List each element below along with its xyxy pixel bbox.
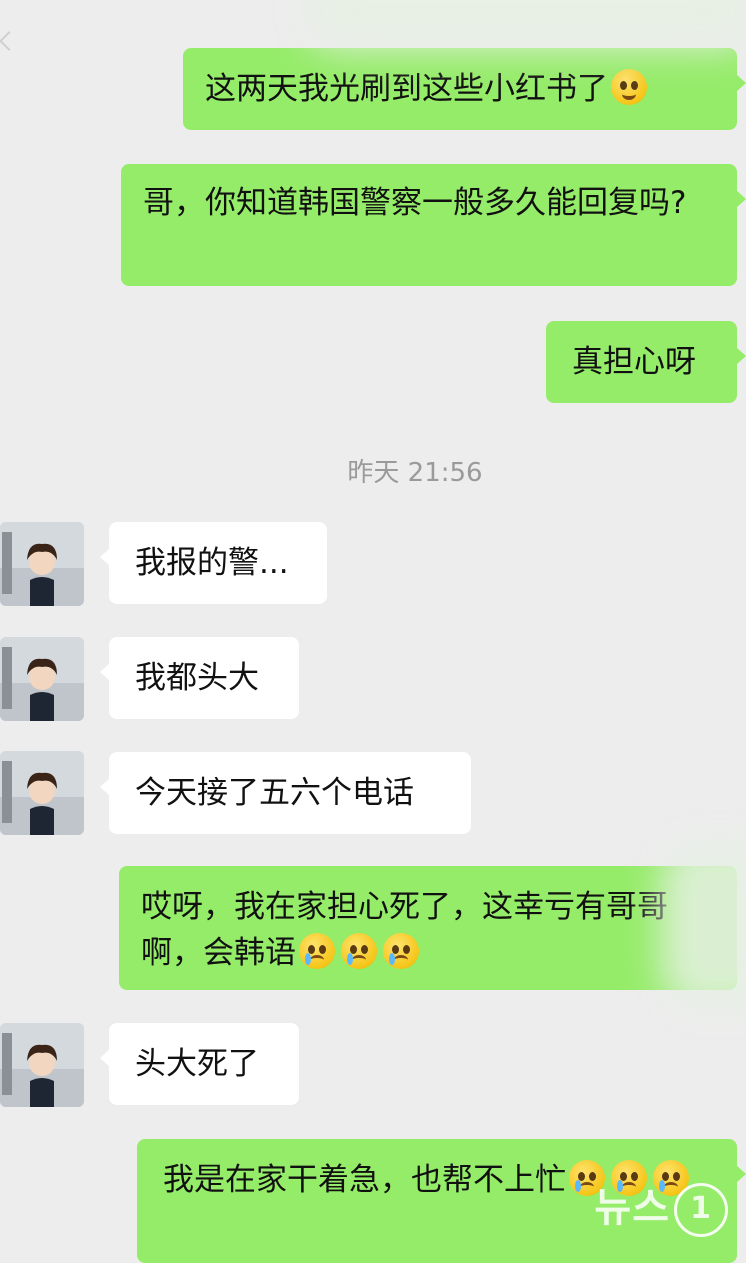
blur-overlay bbox=[660, 840, 746, 1010]
watermark-badge: 1 bbox=[674, 1183, 728, 1237]
message-bubble-sent[interactable]: 这两天我光刷到这些小红书了 bbox=[183, 48, 746, 130]
crying-emoji-icon bbox=[299, 933, 335, 969]
contact-avatar[interactable] bbox=[0, 522, 84, 606]
message-text: 我是在家干着急，也帮不上忙 bbox=[163, 1162, 566, 1198]
message-text: 哥，你知道韩国警察一般多久能回复吗? bbox=[143, 185, 687, 221]
message-text: 我报的警... bbox=[135, 545, 289, 581]
message-text: 我都头大 bbox=[135, 660, 259, 696]
message-bubble-received[interactable]: 我都头大 bbox=[100, 637, 299, 719]
message-bubble-sent[interactable]: 哎呀，我在家担心死了，这幸亏有哥哥啊，会韩语 bbox=[119, 866, 737, 990]
message-bubble-sent[interactable]: 哥，你知道韩国警察一般多久能回复吗? bbox=[121, 164, 746, 286]
message-bubble-received[interactable]: 我报的警... bbox=[100, 522, 327, 604]
back-chevron-icon[interactable] bbox=[0, 31, 19, 51]
message-text: 今天接了五六个电话 bbox=[135, 775, 414, 811]
laughing-crying-emoji-icon bbox=[611, 69, 647, 105]
watermark-text: 뉴스 bbox=[594, 1185, 670, 1231]
news-watermark-logo: 뉴스 1 bbox=[594, 1175, 728, 1237]
message-text: 这两天我光刷到这些小红书了 bbox=[205, 71, 608, 107]
message-bubble-received[interactable]: 头大死了 bbox=[100, 1023, 299, 1105]
contact-avatar[interactable] bbox=[0, 1023, 84, 1107]
message-text: 头大死了 bbox=[135, 1046, 259, 1082]
crying-emoji-icon bbox=[341, 933, 377, 969]
message-text: 真担心呀 bbox=[572, 344, 696, 380]
contact-avatar[interactable] bbox=[0, 751, 84, 835]
chat-timestamp: 昨天 21:56 bbox=[347, 458, 483, 488]
message-bubble-received[interactable]: 今天接了五六个电话 bbox=[100, 752, 471, 834]
blur-overlay bbox=[300, 0, 746, 50]
message-bubble-sent[interactable]: 真担心呀 bbox=[546, 321, 746, 403]
crying-emoji-icon bbox=[383, 933, 419, 969]
contact-avatar[interactable] bbox=[0, 637, 84, 721]
